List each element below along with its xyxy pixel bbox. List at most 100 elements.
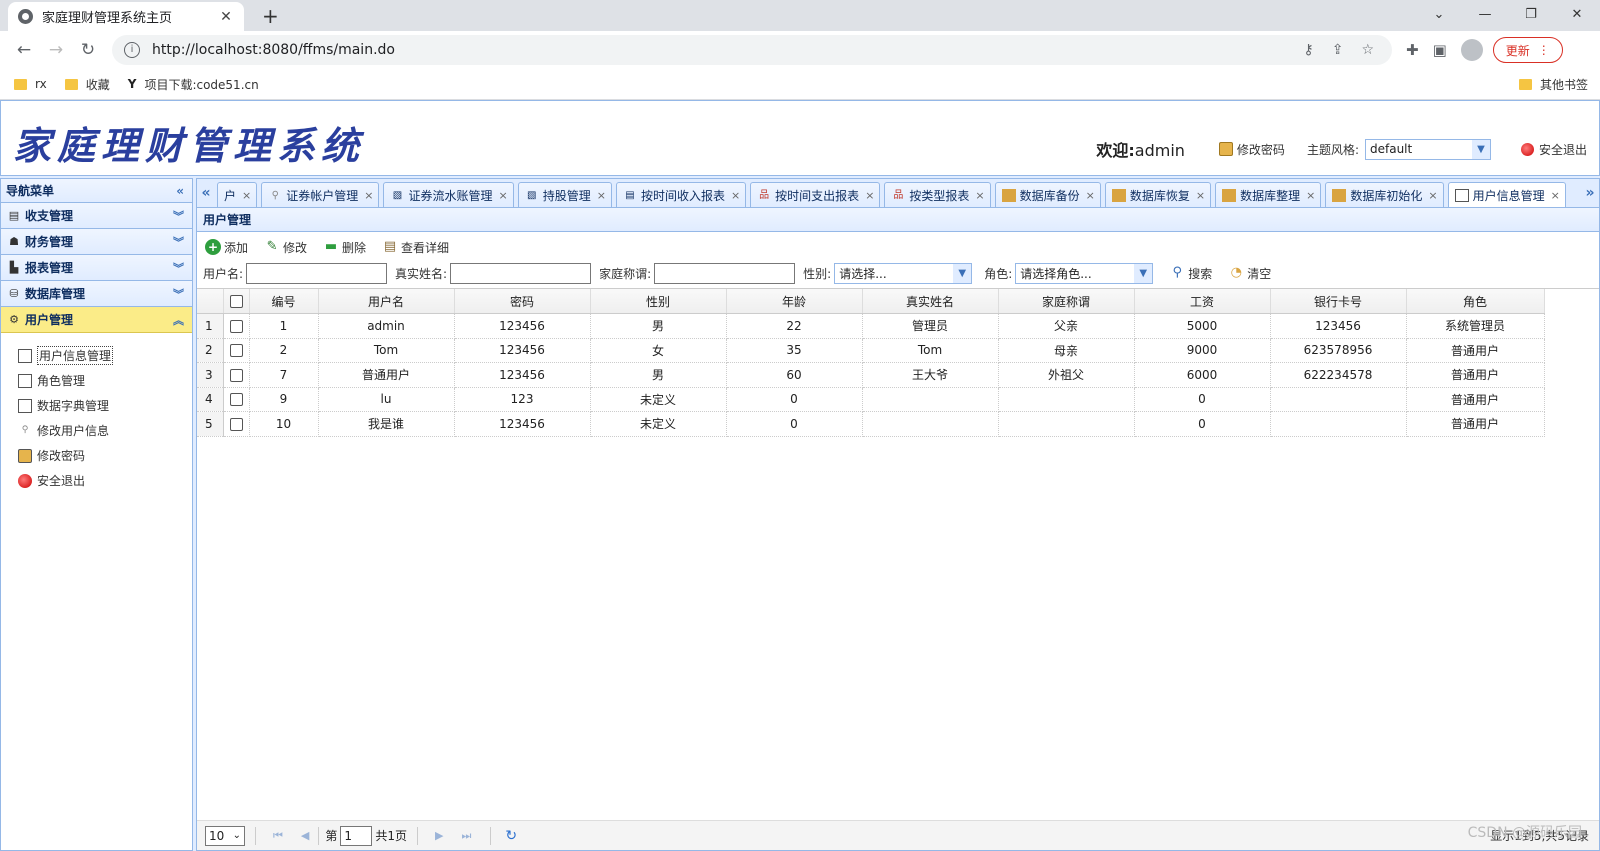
profile-avatar[interactable]: [1460, 39, 1483, 61]
logout-link[interactable]: 安全退出: [1520, 141, 1587, 158]
sidebar-item-edit-user[interactable]: ⚲ 修改用户信息: [1, 418, 192, 443]
url-field[interactable]: i http://localhost:8080/ffms/main.do ⚷ ⇪…: [112, 35, 1392, 65]
close-icon[interactable]: ×: [1551, 189, 1560, 202]
tab-securities-account[interactable]: ⚲ 证券帐户管理 ×: [261, 182, 380, 207]
close-icon[interactable]: ×: [1428, 189, 1437, 202]
accordion-database[interactable]: ⛁ 数据库管理 ︾: [1, 281, 192, 307]
column-header[interactable]: 性别: [590, 289, 727, 314]
row-select-cell[interactable]: [223, 387, 250, 412]
close-icon[interactable]: ×: [1196, 189, 1205, 202]
tab-db-backup[interactable]: 数据库备份 ×: [994, 182, 1101, 207]
row-checkbox[interactable]: [229, 393, 243, 407]
sidebar-item-logout[interactable]: 安全退出: [1, 468, 192, 493]
theme-select[interactable]: default ▼: [1364, 138, 1491, 160]
next-page-icon[interactable]: ▶: [435, 829, 443, 842]
tab-db-organize[interactable]: 数据库整理 ×: [1215, 182, 1322, 207]
bookmark-favorites[interactable]: 收藏: [64, 76, 110, 93]
page-number-input[interactable]: 1: [340, 825, 373, 846]
change-password-link[interactable]: 修改密码: [1218, 141, 1285, 158]
star-icon[interactable]: ☆: [1361, 42, 1374, 58]
accordion-income-expense[interactable]: ▤ 收支管理 ︾: [1, 203, 192, 229]
refresh-icon[interactable]: ↻: [505, 828, 517, 844]
row-select-cell[interactable]: [223, 313, 250, 339]
row-checkbox[interactable]: [229, 368, 243, 382]
close-icon[interactable]: ×: [498, 189, 507, 202]
role-select[interactable]: 请选择角色... ▼: [1015, 262, 1154, 284]
row-select-cell[interactable]: [223, 411, 250, 437]
collapse-icon[interactable]: «: [176, 184, 184, 198]
sex-select[interactable]: 请选择... ▼: [834, 262, 973, 284]
clear-button[interactable]: ◔ 清空: [1228, 265, 1272, 282]
delete-button[interactable]: ▬ 删除: [323, 239, 366, 256]
close-icon[interactable]: ×: [1086, 189, 1095, 202]
tab-expense-report[interactable]: 品按时间支出报表 ×: [750, 182, 881, 207]
accordion-users[interactable]: ⚙ 用户管理 ︽: [1, 307, 192, 333]
browser-tab[interactable]: 家庭理财管理系统主页 ✕: [8, 2, 244, 31]
row-checkbox[interactable]: [229, 344, 243, 358]
page-size-select[interactable]: 10 ⌄: [205, 825, 245, 846]
add-button[interactable]: + 添加: [205, 239, 248, 256]
search-button[interactable]: ⚲ 搜索: [1169, 265, 1212, 282]
close-icon[interactable]: ×: [242, 189, 251, 202]
prev-page-icon[interactable]: ◀: [301, 829, 309, 842]
detail-button[interactable]: ▤ 查看详细: [382, 239, 449, 256]
back-icon[interactable]: ←: [8, 40, 40, 60]
column-header[interactable]: 用户名: [318, 289, 455, 314]
tab-db-restore[interactable]: 数据库恢复 ×: [1104, 182, 1212, 207]
bookmark-rx[interactable]: rx: [14, 77, 47, 91]
close-icon[interactable]: ×: [597, 189, 606, 202]
update-button[interactable]: 更新 ⋮: [1492, 37, 1563, 63]
column-header[interactable]: 家庭称谓: [998, 289, 1135, 314]
restore-button[interactable]: ❐: [1508, 0, 1554, 28]
tab-income-report[interactable]: ▤ 按时间收入报表 ×: [615, 182, 747, 207]
column-header[interactable]: 银行卡号: [1270, 289, 1407, 314]
select-all-checkbox[interactable]: [229, 295, 243, 308]
scroll-left-icon[interactable]: «: [197, 179, 215, 207]
key-icon[interactable]: ⚷: [1303, 42, 1313, 58]
forward-icon[interactable]: →: [40, 40, 72, 60]
column-header[interactable]: 角色: [1406, 289, 1545, 314]
column-header[interactable]: 编号: [249, 289, 319, 314]
row-checkbox[interactable]: [229, 417, 243, 431]
side-panel-icon[interactable]: ▣: [1433, 41, 1447, 59]
column-header[interactable]: 年龄: [726, 289, 863, 314]
sidebar-item-roles[interactable]: 角色管理: [1, 368, 192, 393]
accordion-reports[interactable]: ▙ 报表管理 ︾: [1, 255, 192, 281]
column-header[interactable]: 真实姓名: [862, 289, 999, 314]
row-checkbox[interactable]: [229, 319, 243, 333]
new-tab-button[interactable]: +: [262, 4, 279, 28]
tab-search-icon[interactable]: ⌄: [1416, 0, 1462, 28]
close-icon[interactable]: ×: [364, 189, 373, 202]
table-row[interactable]: 2 2 Tom 123456 女 35 Tom 母亲 9000 623578956 普通用户: [197, 338, 1545, 363]
tab-partial[interactable]: 户 ×: [217, 182, 258, 207]
bookmark-code51[interactable]: Y 项目下载:code51.cn: [128, 76, 259, 93]
realname-input[interactable]: [450, 262, 592, 284]
close-icon[interactable]: ×: [975, 189, 984, 202]
username-input[interactable]: [246, 262, 388, 284]
select-all-header[interactable]: [223, 289, 250, 314]
tab-securities-ledger[interactable]: ▧ 证券流水账管理 ×: [383, 182, 514, 207]
scroll-right-icon[interactable]: »: [1581, 179, 1599, 207]
table-row[interactable]: 4 9 lu 123 未定义 0 0 普通用户: [197, 387, 1545, 412]
appellation-input[interactable]: [654, 262, 796, 284]
close-icon[interactable]: ×: [1306, 189, 1315, 202]
table-row[interactable]: 5 10 我是谁 123456 未定义 0 0 普通用户: [197, 411, 1545, 437]
sidebar-item-dictionary[interactable]: 数据字典管理: [1, 393, 192, 418]
close-tab-icon[interactable]: ✕: [218, 9, 234, 25]
sidebar-item-change-password[interactable]: 修改密码: [1, 443, 192, 468]
extensions-icon[interactable]: ✚: [1406, 41, 1419, 59]
table-row[interactable]: 3 7 普通用户 123456 男 60 王大爷 外祖父 6000 622234578 普通用户: [197, 362, 1545, 388]
close-icon[interactable]: ×: [865, 189, 874, 202]
other-bookmarks[interactable]: 其他书签: [1518, 76, 1588, 93]
share-icon[interactable]: ⇪: [1332, 42, 1344, 58]
close-window-button[interactable]: ✕: [1554, 0, 1600, 28]
tab-db-init[interactable]: 数据库初始化 ×: [1325, 182, 1444, 207]
reload-icon[interactable]: ↻: [72, 40, 104, 60]
site-info-icon[interactable]: i: [124, 42, 140, 58]
minimize-button[interactable]: —: [1462, 0, 1508, 28]
close-icon[interactable]: ×: [731, 189, 740, 202]
last-page-icon[interactable]: ⏭: [462, 829, 472, 843]
row-select-cell[interactable]: [223, 362, 250, 388]
sidebar-item-user-info[interactable]: 用户信息管理: [1, 343, 192, 368]
tab-user-info[interactable]: 用户信息管理 ×: [1447, 182, 1566, 207]
